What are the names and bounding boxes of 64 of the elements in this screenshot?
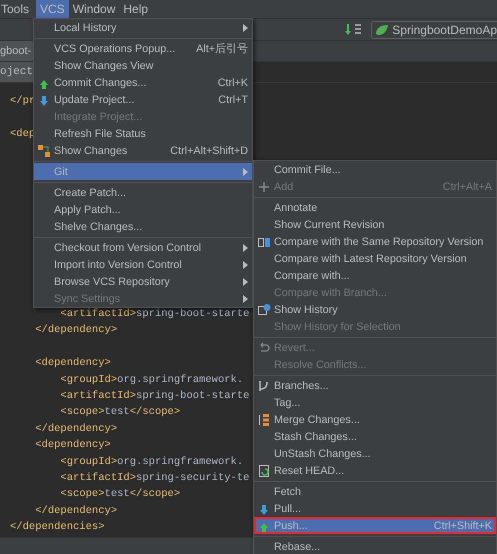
menu-bar-item[interactable]: Help: [119, 0, 152, 18]
menu-item[interactable]: Fetch: [254, 483, 496, 500]
menu-item[interactable]: Tag...: [254, 394, 496, 411]
menu-item[interactable]: Commit Changes... Ctrl+K: [34, 74, 252, 91]
submenu-arrow-icon: [243, 24, 248, 32]
editor-tab[interactable]: gboot-: [0, 41, 34, 61]
menu-item[interactable]: Refresh File Status: [34, 125, 252, 142]
menu-item[interactable]: Show History: [254, 301, 496, 318]
menu-item[interactable]: VCS Operations Popup... Alt+后引号: [34, 40, 252, 57]
run-configuration-selector[interactable]: SpringbootDemoAp: [371, 20, 497, 38]
code-line: </pr: [10, 94, 36, 109]
submenu-arrow-icon: [243, 294, 248, 302]
compare-icon: [257, 235, 271, 249]
code-line: <artifactId>spring-boot-starte: [59, 307, 250, 322]
menu-item[interactable]: Compare with Latest Repository Version: [254, 250, 496, 267]
spring-leaf-icon: [375, 24, 390, 36]
down-arrow-icon: [257, 502, 271, 516]
code-line: <dependency>: [34, 438, 111, 454]
submenu-arrow-icon: [243, 168, 248, 176]
menu-item[interactable]: Show Current Revision: [254, 216, 496, 233]
code-line: </dependencies>: [10, 520, 105, 536]
submenu-arrow-icon: [243, 260, 248, 268]
menu-item[interactable]: Import into Version Control: [34, 256, 252, 273]
menu-bar-item[interactable]: Tools: [0, 0, 34, 18]
menu-item[interactable]: Update Project... Ctrl+T: [34, 91, 252, 108]
menu-bar-item[interactable]: Window: [68, 0, 120, 18]
menu-item[interactable]: Browse VCS Repository: [34, 273, 252, 290]
code-line: <groupId>org.springframework.: [59, 372, 244, 388]
merge-icon: [257, 413, 271, 427]
menu-item[interactable]: Show Changes View: [34, 57, 252, 74]
menu-item[interactable]: Branches...: [254, 377, 496, 394]
menu-item[interactable]: Local History: [34, 19, 252, 36]
menu-item[interactable]: Compare with the Same Repository Version: [254, 233, 496, 250]
code-line: </dependency>: [34, 323, 118, 338]
menu-item[interactable]: Create Patch...: [34, 184, 252, 201]
menu-item[interactable]: Apply Patch...: [34, 201, 252, 218]
history-icon: [257, 303, 271, 317]
code-line: <artifactId>spring-boot-starte: [59, 389, 250, 404]
menu-item[interactable]: Commit File...: [254, 161, 496, 178]
plus-icon: [257, 180, 271, 194]
down-arrow-icon: [37, 93, 51, 107]
code-line: </dependency>: [34, 422, 118, 437]
changes-icon: [37, 144, 51, 158]
menu-item[interactable]: Merge Changes...: [254, 411, 496, 428]
menu-item[interactable]: Annotate: [254, 199, 496, 216]
menu-item[interactable]: Rebase...: [254, 538, 496, 554]
menu-item[interactable]: Compare with...: [254, 267, 496, 284]
menu-item[interactable]: Checkout from Version Control: [34, 239, 252, 256]
code-line: <scope>test</scope>: [59, 405, 180, 420]
menu-item[interactable]: Pull...: [254, 500, 496, 517]
code-line: <scope>test</scope>: [59, 487, 180, 502]
menu-item[interactable]: Shelve Changes...: [34, 218, 252, 235]
submenu-arrow-icon: [243, 278, 248, 286]
tool-window-tab[interactable]: oject: [0, 62, 34, 82]
code-line: </dependency>: [34, 504, 118, 519]
menu-item[interactable]: Show Changes Ctrl+Alt+Shift+D: [34, 142, 252, 159]
menu-item[interactable]: UnStash Changes...: [254, 445, 496, 462]
code-line: <artifactId>spring-security-te: [59, 470, 250, 486]
menu-item[interactable]: Reset HEAD...: [254, 462, 496, 479]
code-line: <dependency>: [34, 356, 111, 372]
submenu-arrow-icon: [243, 244, 248, 252]
menu-item[interactable]: Stash Changes...: [254, 428, 496, 445]
code-line: <groupId>org.springframework.: [59, 454, 244, 470]
reset-icon: [257, 464, 271, 478]
